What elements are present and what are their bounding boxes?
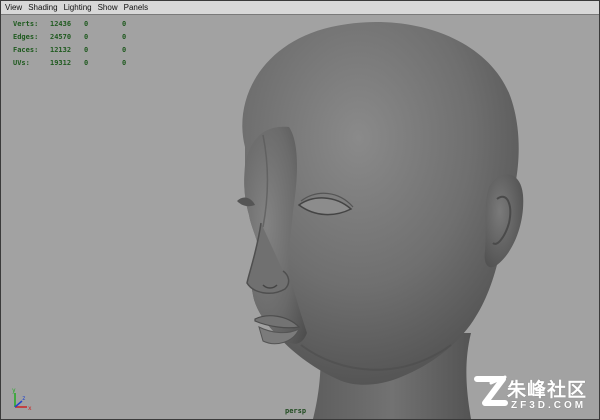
poly-count-hud: Verts: 12436 0 0 Edges: 24570 0 0 Faces:… <box>13 17 142 69</box>
hud-row-edges: Edges: 24570 0 0 <box>13 30 142 43</box>
hud-last: 0 <box>122 45 127 54</box>
hud-value: 19312 <box>50 58 72 67</box>
view-axis-icon: y x z <box>12 387 32 412</box>
watermark: 朱峰社区 ZF3D.COM <box>471 373 595 415</box>
hud-value: 24570 <box>50 32 72 41</box>
hud-label: Edges: <box>13 32 39 41</box>
panel-menu-bar: View Shading Lighting Show Panels <box>1 1 599 15</box>
hud-value: 12436 <box>50 19 72 28</box>
menu-panels[interactable]: Panels <box>121 1 151 14</box>
menu-shading[interactable]: Shading <box>25 1 60 14</box>
hud-row-verts: Verts: 12436 0 0 <box>13 17 142 30</box>
hud-row-uvs: UVs: 19312 0 0 <box>13 56 142 69</box>
hud-last: 0 <box>122 58 127 67</box>
hud-selected: 0 <box>84 19 89 28</box>
hud-last: 0 <box>122 32 127 41</box>
hud-last: 0 <box>122 19 127 28</box>
zf3d-logo-icon <box>474 375 508 406</box>
camera-name-label: persp <box>285 407 307 415</box>
menu-show[interactable]: Show <box>95 1 121 14</box>
head-model[interactable] <box>1 15 599 419</box>
hud-value: 12132 <box>50 45 72 54</box>
hud-row-faces: Faces: 12132 0 0 <box>13 43 142 56</box>
ear-mesh <box>484 174 524 268</box>
perspective-viewport[interactable]: Verts: 12436 0 0 Edges: 24570 0 0 Faces:… <box>1 15 599 419</box>
hud-label: UVs: <box>13 58 30 67</box>
axis-y-label: y <box>12 387 16 394</box>
maya-viewport-window: View Shading Lighting Show Panels Verts:… <box>0 0 600 420</box>
menu-lighting[interactable]: Lighting <box>61 1 95 14</box>
hud-selected: 0 <box>84 45 89 54</box>
menu-view[interactable]: View <box>1 1 25 14</box>
hud-selected: 0 <box>84 58 89 67</box>
axis-x-label: x <box>28 405 32 412</box>
axis-z-label: z <box>22 395 26 402</box>
watermark-chinese: 朱峰社区 <box>507 379 588 401</box>
hud-selected: 0 <box>84 32 89 41</box>
hud-label: Faces: <box>13 45 39 54</box>
watermark-english: ZF3D.COM <box>511 400 587 411</box>
hud-label: Verts: <box>13 19 39 28</box>
